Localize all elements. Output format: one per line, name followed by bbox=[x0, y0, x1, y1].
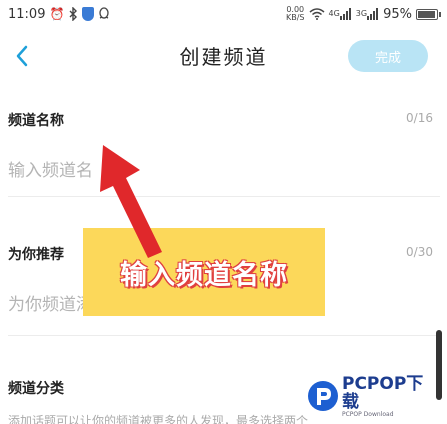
shield-icon bbox=[82, 7, 95, 21]
pcpop-logo-icon bbox=[308, 381, 338, 411]
divider bbox=[8, 196, 440, 197]
signal-3g-icon: 3G bbox=[356, 8, 379, 20]
battery-fill bbox=[418, 10, 436, 18]
channel-name-counter: 0/16 bbox=[406, 111, 433, 125]
pcpop-watermark: PCPOP下载 PCPOP Download bbox=[308, 375, 440, 418]
annotation-callout: 输入频道名称 bbox=[83, 228, 325, 316]
watermark-text: PCPOP下载 PCPOP Download bbox=[342, 375, 440, 418]
channel-name-label: 频道名称 bbox=[8, 113, 64, 129]
qq-icon bbox=[98, 7, 110, 21]
watermark-sub: PCPOP Download bbox=[342, 410, 394, 418]
channel-name-input[interactable] bbox=[8, 158, 408, 184]
nav-bar: 创建频道 完成 bbox=[0, 30, 447, 82]
recommend-label: 为你推荐 bbox=[8, 247, 64, 263]
annotation-text: 输入频道名称 bbox=[120, 259, 288, 291]
status-time: 11:09 bbox=[8, 6, 46, 22]
category-hint: 添加话题可以让你的频道被更多的人发现，最多选择两个 bbox=[8, 414, 309, 424]
battery-percent: 95% bbox=[383, 6, 412, 22]
battery-icon bbox=[416, 8, 441, 20]
status-right: 0.00 KB/S 4G 3G 95% bbox=[286, 6, 441, 22]
alarm-icon: ⏰ bbox=[49, 7, 65, 21]
status-bar: 11:09 ⏰ 0.00 KB/S 4G 3G 95% bbox=[0, 0, 447, 28]
wifi-icon bbox=[309, 8, 325, 20]
done-button[interactable]: 完成 bbox=[348, 40, 428, 72]
back-button[interactable] bbox=[8, 40, 36, 72]
divider bbox=[8, 335, 440, 336]
scroll-indicator bbox=[436, 330, 442, 400]
chevron-left-icon bbox=[16, 45, 28, 67]
network-speed-unit: KB/S bbox=[285, 13, 305, 22]
bluetooth-icon bbox=[68, 7, 78, 21]
category-label: 频道分类 bbox=[8, 381, 64, 397]
signal-4g-icon: 4G bbox=[329, 8, 352, 20]
network-speed: 0.00 KB/S bbox=[286, 6, 305, 22]
status-left: 11:09 ⏰ bbox=[8, 7, 110, 22]
signal-3g-label: 3G bbox=[355, 9, 368, 18]
watermark-main: PCPOP下载 bbox=[342, 373, 424, 412]
signal-4g-label: 4G bbox=[328, 9, 340, 18]
recommend-counter: 0/30 bbox=[406, 245, 433, 259]
